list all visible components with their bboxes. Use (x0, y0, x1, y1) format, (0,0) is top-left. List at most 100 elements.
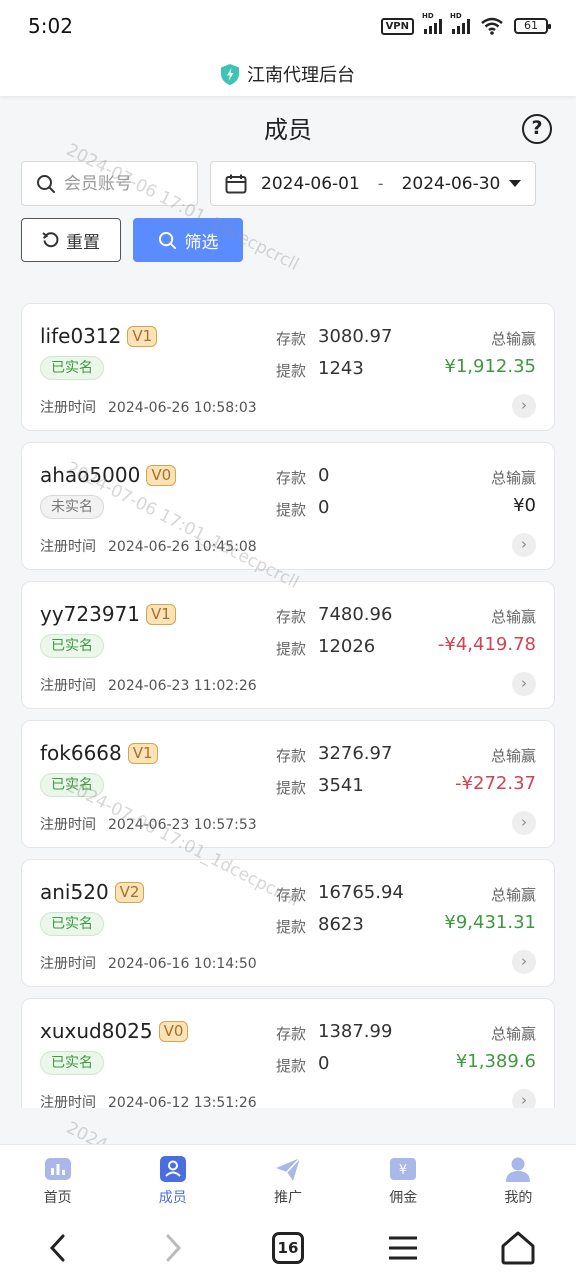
signal-icon: HD (422, 12, 442, 34)
commission-icon: ¥ (390, 1158, 417, 1180)
verification-badge: 已实名 (40, 773, 104, 797)
chevron-right-icon[interactable]: › (512, 394, 536, 418)
vip-level-badge: V1 (127, 325, 158, 347)
register-time-value: 2024-06-12 13:51:26 (108, 1095, 257, 1108)
date-start[interactable]: 2024-06-01 (261, 174, 360, 194)
register-label: 注册时间 (40, 400, 96, 416)
member-username: fok6668 V1 (40, 741, 158, 765)
withdraw-label: 提款 (276, 362, 307, 380)
tabs-count-icon: 16 (271, 1232, 304, 1264)
tab-label: 推广 (274, 1190, 302, 1206)
member-card[interactable]: life0312 V1 已实名 存款 3080.97 提款 1243 总输赢 ¥… (21, 303, 555, 431)
deposit-label: 存款 (276, 886, 307, 904)
tabs-button[interactable]: 16 (268, 1228, 308, 1268)
register-label: 注册时间 (40, 956, 96, 972)
bottom-tab-bar: 首页 成员 推广 ¥ 佣金 我的 (0, 1144, 576, 1216)
username-text: xuxud8025 (40, 1019, 153, 1043)
member-username: ahao5000 V0 (40, 463, 177, 487)
member-card[interactable]: fok6668 V1 已实名 存款 3276.97 提款 3541 总输赢 -¥… (21, 720, 555, 848)
date-range-picker[interactable]: 2024-06-01 - 2024-06-30 (210, 161, 536, 206)
deposit-label: 存款 (276, 747, 307, 765)
withdraw-label: 提款 (276, 640, 307, 658)
page-title: 成员 (264, 116, 312, 144)
verification-badge: 已实名 (40, 912, 104, 936)
home-button[interactable] (498, 1228, 538, 1268)
register-label: 注册时间 (40, 1095, 96, 1108)
verification-badge: 已实名 (40, 1051, 104, 1075)
withdraw-value: 12026 (318, 636, 376, 657)
deposit-label: 存款 (276, 1025, 307, 1043)
menu-icon (389, 1236, 418, 1260)
tab-promote[interactable]: 推广 (230, 1145, 345, 1216)
date-end[interactable]: 2024-06-30 (402, 174, 501, 194)
member-card[interactable]: ani520 V2 已实名 存款 16765.94 提款 8623 总输赢 ¥9… (21, 859, 555, 987)
search-icon (158, 231, 176, 249)
tab-home[interactable]: 首页 (0, 1145, 115, 1216)
menu-button[interactable] (383, 1228, 423, 1268)
paper-plane-icon (276, 1157, 301, 1181)
chevron-right-icon[interactable]: › (512, 811, 536, 835)
withdraw-label: 提款 (276, 501, 307, 519)
member-search-field[interactable] (21, 161, 198, 206)
member-username: yy723971 V1 (40, 602, 176, 626)
register-time: 注册时间 2024-06-16 10:14:50 (40, 953, 257, 973)
register-time: 注册时间 2024-06-26 10:58:03 (40, 397, 257, 417)
app-header: 江南代理后台 (0, 52, 576, 96)
member-card[interactable]: ahao5000 V0 未实名 存款 0 提款 0 总输赢 ¥0 注册时间 202… (21, 442, 555, 570)
withdraw-value: 3541 (318, 775, 364, 796)
vpn-icon: VPN (380, 17, 414, 35)
member-card[interactable]: yy723971 V1 已实名 存款 7480.96 提款 12026 总输赢 … (21, 581, 555, 709)
chevron-right-icon[interactable]: › (512, 950, 536, 974)
chevron-right-icon[interactable]: › (512, 1089, 536, 1108)
search-icon (37, 174, 55, 193)
total-winloss-value: ¥9,431.31 (444, 912, 536, 933)
back-button[interactable] (38, 1228, 78, 1268)
vip-level-badge: V1 (146, 603, 176, 625)
filter-label: 筛选 (184, 232, 219, 253)
chevron-right-icon[interactable]: › (512, 533, 536, 557)
deposit-value: 7480.96 (318, 604, 393, 625)
shield-logo-icon (221, 63, 239, 85)
total-winloss-label: 总输赢 (490, 330, 536, 348)
signal-icon-2: HD (450, 12, 470, 34)
register-time-value: 2024-06-23 11:02:26 (108, 678, 257, 694)
svg-text:¥: ¥ (399, 1163, 407, 1178)
member-card[interactable]: xuxud8025 V0 已实名 存款 1387.99 提款 0 总输赢 ¥1,… (21, 998, 555, 1108)
withdraw-value: 0 (318, 1053, 330, 1074)
total-winloss-label: 总输赢 (490, 886, 536, 904)
page-header: 成员 ? (0, 108, 576, 152)
chevron-right-icon[interactable]: › (512, 672, 536, 696)
username-text: yy723971 (40, 602, 141, 626)
register-time-value: 2024-06-16 10:14:50 (108, 956, 257, 972)
refresh-icon (42, 232, 59, 248)
withdraw-label: 提款 (276, 779, 307, 797)
filter-button[interactable]: 筛选 (133, 218, 243, 262)
member-list[interactable]: life0312 V1 已实名 存款 3080.97 提款 1243 总输赢 ¥… (21, 303, 556, 1108)
help-button[interactable]: ? (522, 114, 552, 144)
total-winloss-value: -¥272.37 (455, 773, 536, 794)
home-chart-icon (44, 1158, 71, 1180)
app-title: 江南代理后台 (247, 65, 355, 86)
register-label: 注册时间 (40, 539, 96, 555)
register-label: 注册时间 (40, 817, 96, 833)
status-time: 5:02 (28, 14, 73, 38)
register-time: 注册时间 2024-06-23 11:02:26 (40, 675, 257, 695)
deposit-label: 存款 (276, 469, 307, 487)
register-time-value: 2024-06-26 10:45:08 (108, 539, 257, 555)
tab-profile[interactable]: 我的 (461, 1145, 576, 1216)
dropdown-caret-icon (509, 180, 521, 187)
total-winloss-value: -¥4,419.78 (437, 634, 536, 655)
forward-arrow-icon (166, 1234, 181, 1262)
reset-button[interactable]: 重置 (21, 218, 121, 262)
withdraw-label: 提款 (276, 1057, 307, 1075)
member-search-input[interactable] (64, 173, 184, 194)
forward-button[interactable] (153, 1228, 193, 1268)
tab-commission[interactable]: ¥ 佣金 (346, 1145, 461, 1216)
status-icons: VPN HD HD 61 (380, 12, 551, 35)
withdraw-label: 提款 (276, 918, 307, 936)
deposit-value: 16765.94 (318, 882, 404, 903)
battery-icon: 61 (514, 18, 551, 34)
register-label: 注册时间 (40, 678, 96, 694)
verification-badge: 已实名 (40, 634, 104, 658)
tab-members[interactable]: 成员 (115, 1145, 230, 1216)
